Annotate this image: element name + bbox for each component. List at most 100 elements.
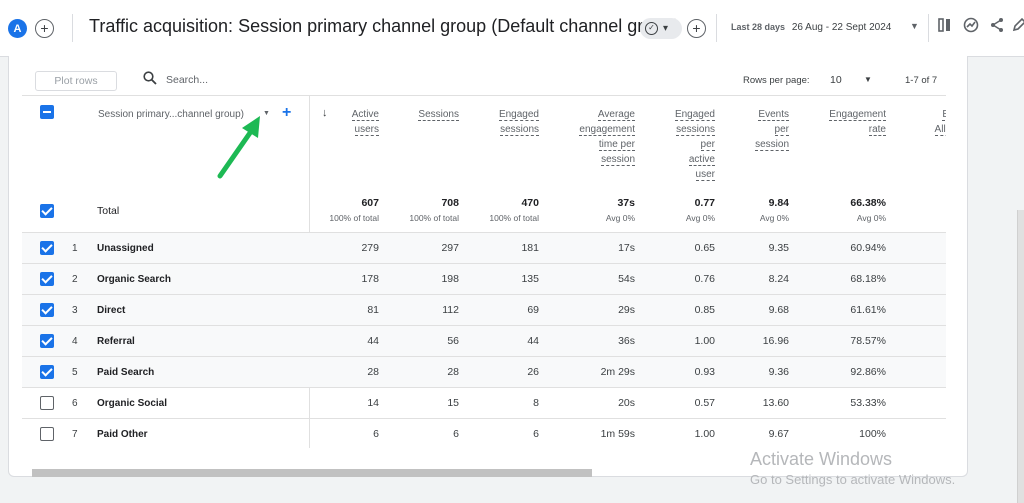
metric-header-line: Engaged: [498, 109, 539, 121]
row-number: 4: [72, 336, 78, 347]
row-number: 5: [72, 367, 78, 378]
row-divider: [22, 356, 946, 357]
metric-header-line: per: [774, 124, 789, 136]
channel-group-label[interactable]: Direct: [97, 305, 125, 316]
metric-column-header[interactable]: Events per session: [699, 107, 789, 152]
row-divider: [22, 294, 946, 295]
plus-icon[interactable]: +: [687, 19, 706, 38]
metric-cell: 56: [447, 335, 459, 347]
vertical-scrollbar[interactable]: [1017, 210, 1024, 503]
row-divider: [22, 418, 946, 419]
metric-cell: 9.68: [768, 304, 789, 316]
metric-cell: 9.36: [768, 366, 789, 378]
compare-icon[interactable]: [936, 17, 954, 35]
chevron-down-icon: ▾: [663, 23, 669, 34]
plot-rows-button[interactable]: Plot rows: [35, 71, 117, 91]
total-value: 9.84: [768, 197, 789, 209]
metric-cell: 0.85: [694, 304, 715, 316]
metric-cell: 9.67: [768, 428, 789, 440]
metric-cell: 92.86%: [850, 366, 886, 378]
row-divider: [22, 232, 946, 233]
rows-per-page-select[interactable]: 10: [830, 74, 842, 86]
chevron-down-icon[interactable]: ▼: [864, 75, 872, 84]
metric-cell: 54s: [618, 273, 635, 285]
channel-group-label[interactable]: Organic Social: [97, 398, 167, 409]
total-value: 708: [441, 197, 459, 209]
metric-cell: 8.24: [768, 273, 789, 285]
date-range-value: 26 Aug - 22 Sept 2024: [791, 22, 892, 33]
report-status-dropdown[interactable]: ✓ ▾: [640, 18, 682, 39]
row-checkbox[interactable]: [40, 365, 54, 379]
row-checkbox[interactable]: [40, 272, 54, 286]
metric-cell: 28: [367, 366, 379, 378]
annotation-arrow-icon: [217, 116, 260, 179]
add-comparison-button[interactable]: +: [35, 19, 54, 38]
metric-cell: 178: [361, 273, 379, 285]
avatar[interactable]: A: [8, 19, 27, 38]
select-all-checkbox[interactable]: [40, 105, 54, 119]
metric-header-line: All e: [934, 124, 946, 136]
row-checkbox[interactable]: [40, 427, 54, 441]
search-icon[interactable]: [143, 71, 159, 87]
share-icon[interactable]: [988, 17, 1006, 35]
metric-header-line: user: [695, 169, 715, 181]
metric-cell: 100%: [859, 428, 886, 440]
edit-icon[interactable]: [1010, 17, 1024, 35]
metric-column-header[interactable]: Average engagement time per session: [545, 107, 635, 167]
metric-cell: 198: [441, 273, 459, 285]
date-range-label: Last 28 days: [731, 22, 786, 32]
row-checkbox[interactable]: [40, 303, 54, 317]
metric-cell: 6: [453, 428, 459, 440]
chevron-down-icon[interactable]: ▼: [910, 21, 919, 31]
metric-column-header[interactable]: Ev All e: [864, 107, 946, 137]
metric-cell: 61.61%: [850, 304, 886, 316]
check-circle-icon: ✓: [645, 22, 658, 35]
metric-cell: 17s: [618, 242, 635, 254]
metric-cell: 20s: [618, 397, 635, 409]
divider: [716, 14, 717, 42]
search-input[interactable]: Search...: [166, 74, 208, 86]
row-checkbox[interactable]: [40, 241, 54, 255]
metric-header-line: Events: [758, 109, 789, 121]
divider: [72, 14, 73, 42]
metric-column-header[interactable]: Sessions: [369, 107, 459, 122]
metric-cell: 1.00: [694, 428, 715, 440]
row-checkbox[interactable]: [40, 396, 54, 410]
report-header: A + Traffic acquisition: Session primary…: [0, 0, 1024, 57]
total-label: Total: [97, 205, 120, 217]
pagination-text: 1-7 of 7: [905, 75, 938, 86]
metric-cell: 6: [533, 428, 539, 440]
activate-windows-subtitle: Go to Settings to activate Windows.: [750, 472, 956, 487]
metric-cell: 1.00: [694, 335, 715, 347]
metric-cell: 0.65: [694, 242, 715, 254]
metric-column-header[interactable]: Engaged sessions: [449, 107, 539, 137]
channel-group-label[interactable]: Referral: [97, 336, 135, 347]
metric-cell: 6: [373, 428, 379, 440]
total-checkbox[interactable]: [40, 204, 54, 218]
metric-cell: 9.35: [768, 242, 789, 254]
total-sub-value: 100% of total: [489, 213, 539, 223]
row-number: 6: [72, 398, 78, 409]
total-sub-value: Avg 0%: [759, 213, 789, 223]
metric-cell: 78.57%: [850, 335, 886, 347]
metric-cell: 0.76: [694, 273, 715, 285]
channel-group-label[interactable]: Paid Other: [97, 429, 148, 440]
metric-cell: 1m 59s: [600, 428, 635, 440]
metric-cell: 26: [527, 366, 539, 378]
horizontal-scrollbar[interactable]: [32, 469, 592, 477]
row-checkbox[interactable]: [40, 334, 54, 348]
divider: [928, 14, 929, 42]
channel-group-label[interactable]: Unassigned: [97, 243, 154, 254]
channel-group-label[interactable]: Organic Search: [97, 274, 171, 285]
row-divider: [22, 325, 946, 326]
metric-cell: 44: [527, 335, 539, 347]
metric-cell: 112: [442, 304, 459, 316]
channel-group-label[interactable]: Paid Search: [97, 367, 154, 378]
metric-column-header[interactable]: Active users: [289, 107, 379, 137]
date-range-picker[interactable]: Last 28 days 26 Aug - 22 Sept 2024: [731, 22, 891, 33]
metric-cell: 68.18%: [850, 273, 886, 285]
metric-cell: 13.60: [762, 397, 789, 409]
insights-icon[interactable]: [962, 17, 980, 35]
metric-cell: 14: [367, 397, 379, 409]
rows-per-page-label: Rows per page:: [743, 75, 810, 86]
